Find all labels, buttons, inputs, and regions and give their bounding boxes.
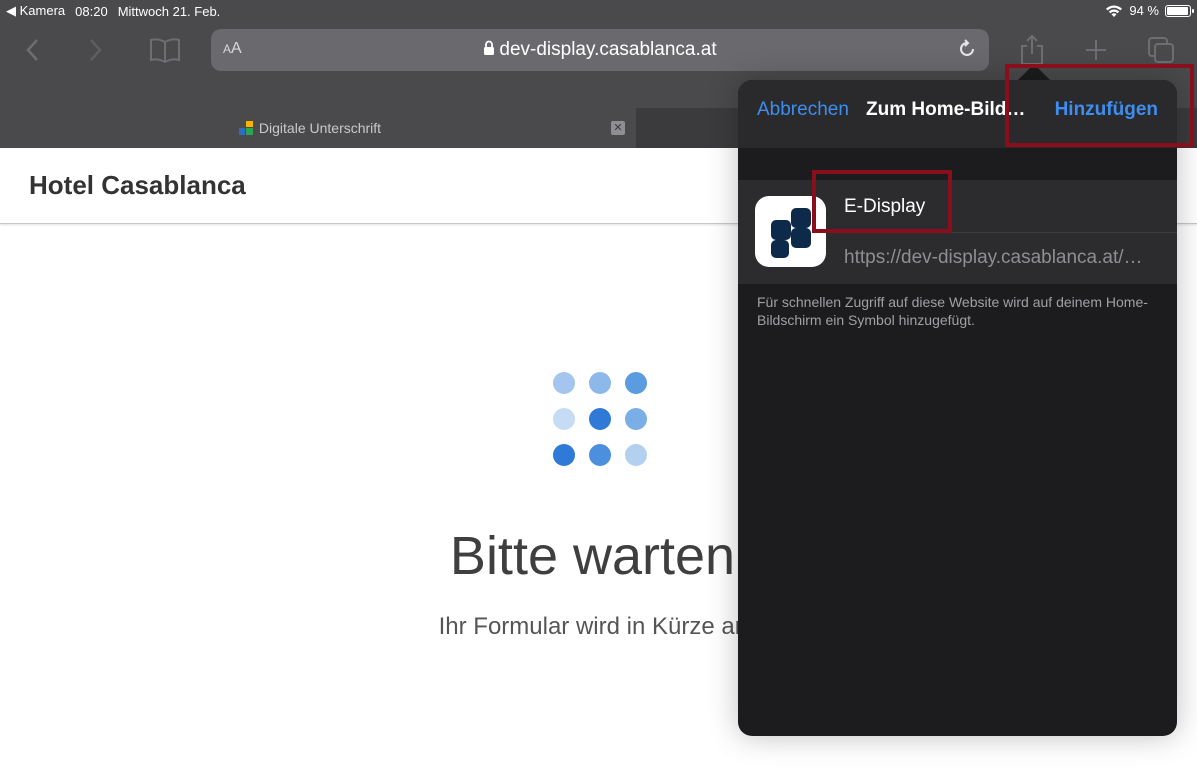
loading-dot: [589, 408, 611, 430]
url-text: dev-display.casablanca.at: [499, 39, 717, 60]
highlight-box-add: [1005, 64, 1194, 147]
loading-dot: [553, 408, 575, 430]
bookmarks-icon[interactable]: [148, 30, 182, 70]
tab-title: Digitale Unterschrift: [258, 120, 382, 136]
loading-dot: [589, 372, 611, 394]
battery-fill: [1167, 6, 1188, 15]
app-icon-tile: [791, 228, 811, 248]
app-icon-tile: [791, 208, 811, 228]
loading-dot: [625, 408, 647, 430]
status-bar: ◀ Kamera 08:20 Mittwoch 21. Feb. 94 %: [0, 0, 1197, 22]
screen: ◀ Kamera 08:20 Mittwoch 21. Feb. 94 % AA…: [0, 0, 1197, 777]
tab-digitale-unterschrift[interactable]: Digitale Unterschrift ✕: [0, 108, 636, 148]
clock: 08:20: [75, 3, 108, 19]
url-display[interactable]: dev-display.casablanca.at: [211, 39, 989, 61]
loading-spinner-icon: [553, 372, 647, 466]
wifi-icon: [1106, 5, 1123, 17]
popover-hint: Für schnellen Zugriff auf diese Website …: [757, 294, 1148, 328]
popover-title: Zum Home-Bild…: [866, 99, 1026, 120]
loading-dot: [625, 444, 647, 466]
app-icon-tile: [771, 220, 791, 240]
forward-icon[interactable]: [84, 30, 108, 70]
battery-percentage: 94 %: [1129, 3, 1159, 18]
loading-dot: [553, 444, 575, 466]
date: Mittwoch 21. Feb.: [117, 3, 221, 19]
address-bar[interactable]: AA dev-display.casablanca.at: [211, 29, 989, 71]
back-to-app-link[interactable]: ◀ Kamera: [6, 3, 65, 19]
bookmark-card: E-Display https://dev-display.casablanca…: [738, 180, 1177, 284]
site-brand: Hotel Casablanca: [29, 170, 246, 200]
battery-icon: [1165, 4, 1194, 17]
tab-close-icon[interactable]: ✕: [611, 121, 625, 135]
app-icon-tile: [771, 240, 789, 258]
lock-icon: [484, 40, 495, 55]
reload-icon[interactable]: [955, 37, 979, 61]
loading-dot: [553, 372, 575, 394]
add-to-home-popover: Abbrechen Zum Home-Bild… Hinzufügen E-Di…: [738, 80, 1177, 736]
back-icon[interactable]: [20, 30, 44, 70]
site-favicon-icon: [238, 121, 253, 135]
highlight-box-name: [812, 170, 952, 233]
app-url: https://dev-display.casablanca.at/…: [844, 247, 1143, 268]
loading-dot: [589, 444, 611, 466]
popover-spacer: [738, 148, 1177, 180]
loading-dot: [625, 372, 647, 394]
cancel-button[interactable]: Abbrechen: [757, 99, 849, 121]
